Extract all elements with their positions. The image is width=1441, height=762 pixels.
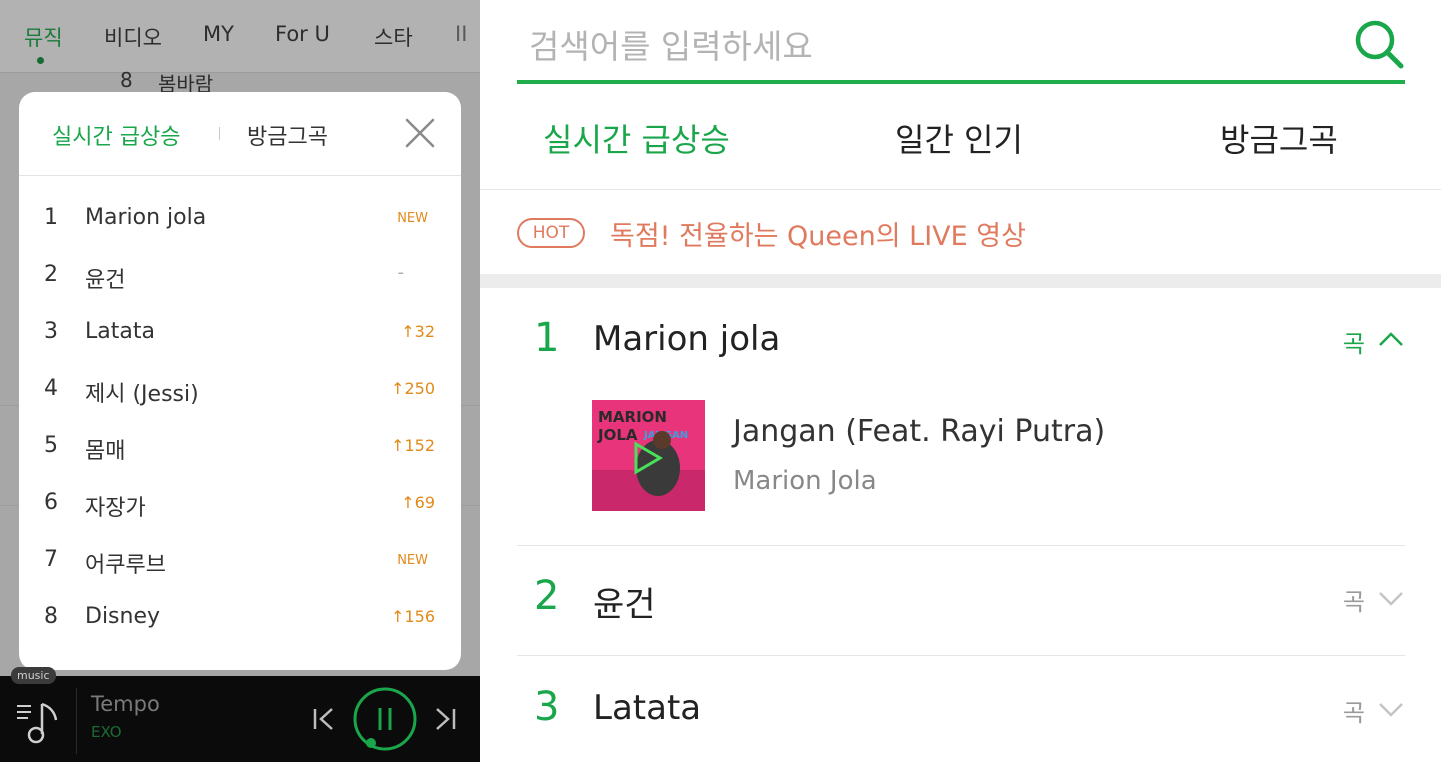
- now-playing-title[interactable]: Tempo: [91, 692, 160, 716]
- chart-name: Marion jola: [593, 319, 781, 359]
- item-title: 어쿠루브: [85, 553, 166, 578]
- item-rank: 4: [44, 376, 58, 401]
- popup-tabs: 실시간 급상승 방금그곡: [19, 92, 461, 176]
- tab-separator: [219, 127, 220, 140]
- nav-tab-more[interactable]: II: [455, 22, 467, 46]
- svg-text:JOLA: JOLA: [597, 426, 638, 444]
- rank-change: ↑156: [391, 607, 435, 626]
- popup-list-item[interactable]: 3 Latata ↑32: [19, 305, 461, 362]
- active-tab-indicator: [37, 57, 44, 64]
- popup-list-item[interactable]: 8 Disney ↑156: [19, 590, 461, 647]
- search-icon[interactable]: [1353, 18, 1405, 70]
- section-divider: [480, 274, 1441, 288]
- chart-rank: 2: [534, 573, 560, 619]
- chart-row[interactable]: 2 윤건 곡: [517, 570, 1405, 630]
- popup-list-item[interactable]: 7 어쿠루브 NEW: [19, 533, 461, 590]
- popup-tab-just-now[interactable]: 방금그곡: [247, 119, 328, 151]
- nav-tab-music[interactable]: 뮤직: [24, 22, 63, 52]
- item-rank: 1: [44, 205, 58, 230]
- right-panel: 검색어를 입력하세요 실시간 급상승 일간 인기 방금그곡 HOT 독점! 전율…: [480, 0, 1441, 762]
- item-rank: 2: [44, 262, 58, 287]
- popup-list-item[interactable]: 4 제시 (Jessi) ↑250: [19, 362, 461, 419]
- rank-change: ↑69: [401, 493, 435, 512]
- player-divider: [76, 688, 77, 754]
- row-divider: [517, 655, 1405, 656]
- chevron-up-icon[interactable]: [1377, 326, 1405, 354]
- background-row-rank: 8: [120, 68, 133, 92]
- pause-button[interactable]: [352, 686, 418, 752]
- popup-list-item[interactable]: 6 자장가 ↑69: [19, 476, 461, 533]
- track-artist[interactable]: Marion Jola: [733, 466, 877, 496]
- item-title: 제시 (Jessi): [85, 382, 199, 407]
- nav-tab-star[interactable]: 스타: [374, 22, 413, 52]
- type-label: 곡: [1342, 588, 1365, 616]
- popup-list-item[interactable]: 2 윤건 -: [19, 248, 461, 305]
- trending-popup: 실시간 급상승 방금그곡 1 Marion jola NEW 2 윤건 - 3 …: [19, 92, 461, 670]
- chart-row[interactable]: 3 Latata 곡: [517, 681, 1405, 741]
- nav-tab-foru[interactable]: For U: [275, 22, 330, 46]
- playlist-music-icon[interactable]: [14, 698, 62, 744]
- chevron-down-icon[interactable]: [1377, 584, 1405, 612]
- nav-tab-my[interactable]: MY: [203, 22, 234, 46]
- track-title[interactable]: Jangan (Feat. Rayi Putra): [733, 414, 1105, 449]
- item-title: Disney: [85, 604, 161, 629]
- now-playing-artist: EXO: [91, 723, 122, 741]
- chart-rank: 1: [534, 315, 560, 361]
- row-divider: [517, 545, 1405, 546]
- item-rank: 3: [44, 319, 58, 344]
- album-art[interactable]: MARION JOLA JANGAN: [592, 400, 705, 511]
- next-track-icon[interactable]: [432, 706, 458, 732]
- item-rank: 7: [44, 547, 58, 572]
- item-rank: 5: [44, 433, 58, 458]
- type-label: 곡: [1342, 699, 1365, 727]
- search-bar[interactable]: 검색어를 입력하세요: [517, 14, 1405, 84]
- music-badge: music: [11, 667, 56, 684]
- rank-change: ↑152: [391, 436, 435, 455]
- search-input[interactable]: 검색어를 입력하세요: [529, 20, 813, 68]
- chart-row[interactable]: 1 Marion jola 곡: [517, 312, 1405, 372]
- hot-badge: HOT: [517, 218, 585, 248]
- rank-change: ↑250: [391, 379, 435, 398]
- hot-banner-text[interactable]: 독점! 전율하는 Queen의 LIVE 영상: [610, 214, 1026, 253]
- chart-tabs: 실시간 급상승 일간 인기 방금그곡: [480, 95, 1441, 190]
- popup-tab-realtime[interactable]: 실시간 급상승: [52, 119, 180, 151]
- close-icon[interactable]: [403, 116, 437, 150]
- item-rank: 6: [44, 490, 58, 515]
- svg-text:MARION: MARION: [598, 408, 667, 426]
- item-title: Marion jola: [85, 205, 207, 230]
- rank-change: NEW: [397, 553, 428, 568]
- rank-change: ↑32: [401, 322, 435, 341]
- type-label: 곡: [1342, 330, 1365, 358]
- rank-change: -: [397, 262, 405, 283]
- album-cover-image: MARION JOLA JANGAN: [592, 400, 705, 511]
- nav-tab-video[interactable]: 비디오: [104, 22, 162, 52]
- popup-list-item[interactable]: 1 Marion jola NEW: [19, 191, 461, 248]
- tab-just-now[interactable]: 방금그곡: [1220, 115, 1338, 161]
- item-title: 몸매: [85, 439, 126, 464]
- chart-name: Latata: [593, 688, 702, 728]
- tab-realtime[interactable]: 실시간 급상승: [543, 115, 730, 161]
- item-title: Latata: [85, 319, 155, 344]
- item-rank: 8: [44, 604, 58, 629]
- item-title: 자장가: [85, 496, 146, 521]
- tab-daily[interactable]: 일간 인기: [895, 115, 1023, 161]
- chart-name: 윤건: [593, 585, 656, 625]
- hot-banner[interactable]: HOT 독점! 전율하는 Queen의 LIVE 영상: [480, 190, 1441, 274]
- mini-player: Tempo EXO: [0, 676, 480, 762]
- rank-change: NEW: [397, 211, 428, 226]
- top-nav: 뮤직 비디오 MY For U 스타 II: [0, 0, 480, 73]
- left-panel: 뮤직 비디오 MY For U 스타 II 8 봄바람 실시간 급상승 방금그곡: [0, 0, 480, 762]
- item-title: 윤건: [85, 268, 126, 293]
- previous-track-icon[interactable]: [311, 706, 337, 732]
- chevron-down-icon[interactable]: [1377, 695, 1405, 723]
- popup-list-item[interactable]: 5 몸매 ↑152: [19, 419, 461, 476]
- chart-rank: 3: [534, 684, 560, 730]
